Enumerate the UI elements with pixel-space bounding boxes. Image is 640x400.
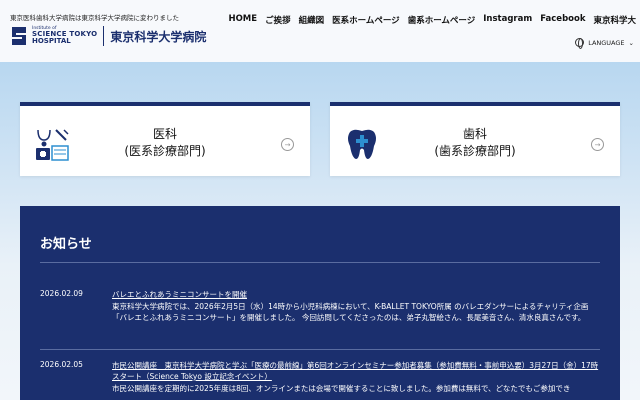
- main-nav: HOME ご挨拶 組織図 医系ホームページ 歯系ホームページ Instagram…: [228, 14, 636, 26]
- logo-wordmark: Institute of SCIENCE TOKYO HOSPITAL: [32, 25, 98, 46]
- news-section: お知らせ 2026.02.09 バレエとふれあうミニコンサートを開催 東京科学大…: [20, 206, 620, 400]
- news-heading: お知らせ: [40, 237, 92, 252]
- arrow-right-icon: →: [281, 138, 294, 151]
- logo-divider: [103, 26, 105, 46]
- news-headline-link[interactable]: 市民公開講座 東京科学大学病院と学ぶ「医療の最前線」第6回オンラインセミナー参加…: [112, 360, 602, 382]
- news-description: 東京科学大学病院では、2026年2月5日（水）14時から小児科病棟において、K-…: [112, 302, 589, 322]
- news-description: 市民公開講座を定期的に2025年度は8回、オンラインまたは会場で開催することに致…: [112, 384, 571, 393]
- nav-greeting[interactable]: ご挨拶: [265, 14, 291, 26]
- globe-icon: [575, 38, 585, 49]
- hospital-name: 東京科学大学病院: [110, 29, 207, 44]
- medical-card-title: 医科 (医系診療部門): [124, 127, 206, 158]
- nav-instagram[interactable]: Instagram: [483, 14, 532, 26]
- language-label: LANGUAGE: [588, 38, 625, 47]
- news-headline-link[interactable]: バレエとふれあうミニコンサートを開催: [112, 289, 602, 300]
- medical-department-card[interactable]: 医科 (医系診療部門) →: [20, 102, 310, 176]
- nav-org-chart[interactable]: 組織図: [299, 14, 325, 26]
- site-header: 東京医科歯科大学病院は東京科学大学病院に変わりました Institute of …: [0, 0, 640, 62]
- nav-home[interactable]: HOME: [228, 14, 257, 26]
- news-item-divider: [40, 349, 600, 350]
- dental-card-title: 歯科 (歯系診療部門): [434, 127, 516, 158]
- chevron-down-icon: ⌄: [628, 38, 634, 47]
- news-date: 2026.02.09: [40, 289, 83, 298]
- news-date: 2026.02.05: [40, 360, 83, 369]
- language-selector[interactable]: LANGUAGE ⌄: [575, 38, 634, 49]
- site-logo[interactable]: Institute of SCIENCE TOKYO HOSPITAL 東京科学…: [10, 25, 206, 47]
- nav-dental-home[interactable]: 歯系ホームページ: [408, 14, 476, 26]
- news-divider: [40, 262, 600, 263]
- nav-science-tokyo[interactable]: 東京科学大: [593, 14, 636, 26]
- science-tokyo-logo-icon: [10, 25, 28, 47]
- nav-facebook[interactable]: Facebook: [540, 14, 585, 26]
- nav-medical-home[interactable]: 医系ホームページ: [332, 14, 400, 26]
- dental-department-card[interactable]: 歯科 (歯系診療部門) →: [330, 102, 620, 176]
- arrow-right-icon: →: [591, 138, 604, 151]
- rename-notice: 東京医科歯科大学病院は東京科学大学病院に変わりました: [10, 14, 179, 22]
